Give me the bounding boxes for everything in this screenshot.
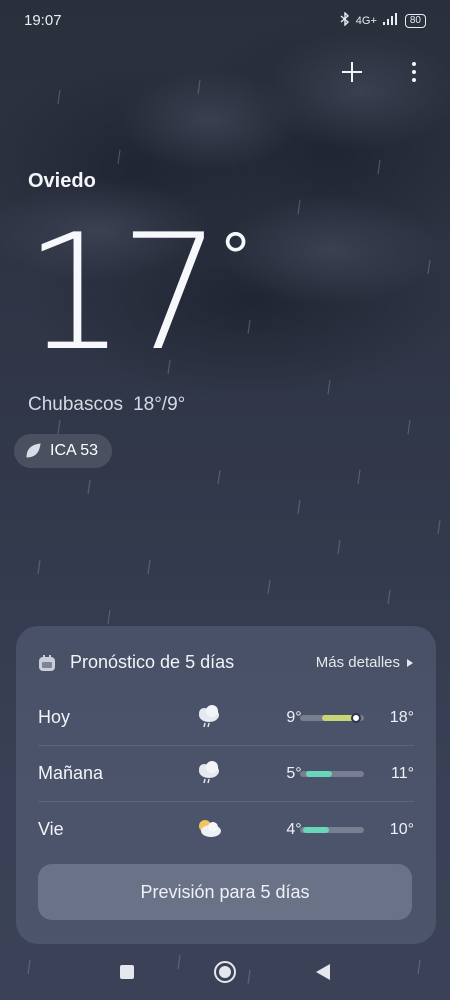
back-button[interactable] [311,960,335,984]
forecast-row-friday[interactable]: Vie 4° 10° [38,802,414,857]
status-time: 19:07 [24,12,62,29]
temp-range-bar [300,712,364,723]
leaf-icon [26,443,41,458]
rain-cloud-icon [199,761,219,784]
high-low-temps: 18°/9° [133,394,186,415]
forecast-card: Pronóstico de 5 días Más detalles Hoy 9°… [16,626,436,944]
forecast-row-today[interactable]: Hoy 9° 18° [38,690,414,746]
current-condition: Chubascos 18°/9° [28,394,185,416]
plus-icon [342,62,362,82]
forecast-title-group: Pronóstico de 5 días [38,652,234,673]
forecast-title: Pronóstico de 5 días [70,652,235,672]
more-options-button[interactable] [400,58,428,86]
temp-range-bar [300,826,364,833]
system-navigation-bar [0,944,450,1000]
max-temp: 18° [389,708,414,726]
aqi-label: ICA 53 [50,442,99,459]
temp-range-bar [300,770,364,777]
degree-symbol: ° [221,218,250,296]
status-bar: 19:07 4G+ 80 [0,0,450,40]
signal-icon [382,13,399,28]
more-details-label: Más detalles [315,654,400,671]
day-label: Mañana [38,763,104,783]
current-temperature: 17 ° [24,199,250,386]
temperature-value: 17 [24,199,222,386]
bluetooth-icon [340,11,350,29]
day-label: Vie [38,819,64,839]
top-actions [338,58,428,86]
day-label: Hoy [38,707,71,727]
max-temp: 11° [390,764,414,782]
condition-text: Chubascos [28,394,124,415]
chevron-right-icon [407,658,413,667]
status-icons: 4G+ 80 [340,11,426,29]
calendar-icon [39,654,55,671]
forecast-header: Pronóstico de 5 días Más detalles [38,652,414,673]
more-vertical-icon [412,62,416,82]
square-icon [120,965,134,979]
recent-apps-button[interactable] [115,960,139,984]
forecast-list: Hoy 9° 18° Mañana 5° 11° Vie 4° 10° [38,690,414,857]
forecast-row-tomorrow[interactable]: Mañana 5° 11° [38,746,414,802]
home-button[interactable] [213,960,237,984]
home-circle-icon [214,961,236,983]
city-name: Oviedo [28,170,96,192]
partly-cloudy-icon [199,820,221,837]
add-location-button[interactable] [338,58,366,86]
max-temp: 10° [389,820,414,838]
back-triangle-icon [316,964,330,980]
five-day-forecast-button[interactable]: Previsión para 5 días [38,864,412,920]
current-temp-dot [351,712,362,723]
rain-cloud-icon [199,705,219,728]
battery-indicator: 80 [404,13,426,28]
temp-range-fill [303,826,329,833]
temp-range-fill [306,770,332,777]
aqi-badge[interactable]: ICA 53 [14,434,113,468]
more-details-link[interactable]: Más detalles [316,654,414,671]
network-type: 4G+ [355,14,377,27]
